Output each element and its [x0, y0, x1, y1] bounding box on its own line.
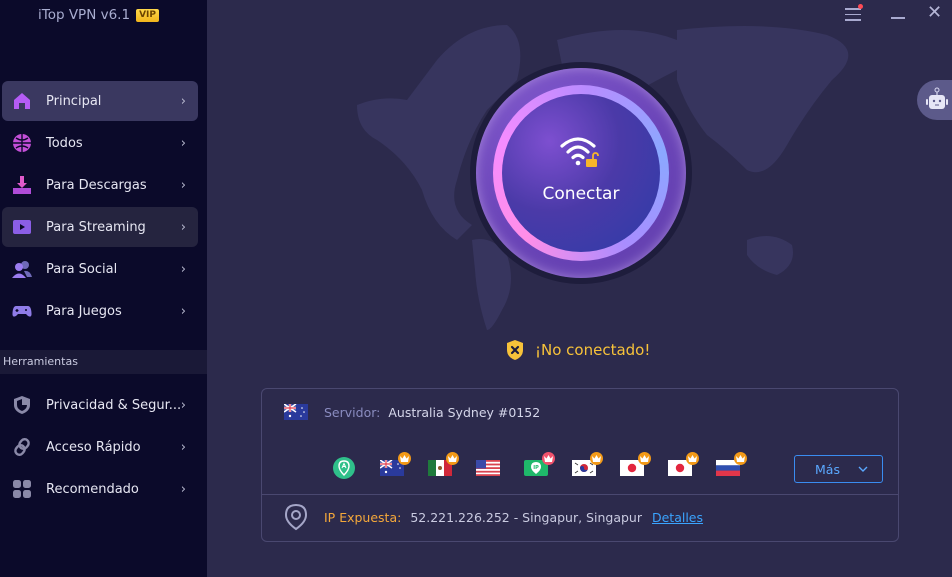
sidebar-item-label: Privacidad & Segur... — [46, 397, 182, 413]
premium-crown-icon — [638, 452, 651, 465]
chevron-right-icon: › — [180, 177, 186, 193]
server-value: Australia Sydney #0152 — [388, 404, 541, 420]
more-servers-button[interactable]: Más — [794, 455, 883, 483]
quick-server-mexico[interactable] — [428, 452, 476, 477]
sidebar-item-acceso-rapido[interactable]: Acceso Rápido › — [2, 427, 198, 467]
quick-server-russia[interactable] — [716, 452, 764, 477]
connect-button-frame: Conectar — [470, 62, 692, 284]
connect-button[interactable]: Conectar — [493, 85, 669, 261]
quick-server-japan[interactable] — [620, 452, 668, 477]
chevron-right-icon: › — [180, 261, 186, 277]
grid-icon — [13, 480, 31, 498]
globe-icon — [13, 134, 31, 152]
notification-dot — [858, 4, 863, 9]
connect-glow: Conectar — [476, 68, 686, 278]
vip-badge: VIP — [136, 8, 159, 22]
sidebar-item-label: Para Descargas — [46, 177, 147, 193]
sidebar-item-juegos[interactable]: Para Juegos › — [2, 291, 198, 331]
premium-crown-icon — [734, 452, 747, 465]
link-icon — [14, 438, 30, 456]
sidebar-item-descargas[interactable]: Para Descargas › — [2, 165, 198, 205]
sidebar-item-recomendado[interactable]: Recomendado › — [2, 469, 198, 509]
location-pin-icon — [284, 503, 308, 531]
quick-server-united-states[interactable] — [476, 457, 524, 477]
connect-label: Conectar — [542, 184, 620, 204]
close-icon: ✕ — [927, 2, 943, 23]
card-divider — [262, 494, 898, 495]
chevron-down-icon — [858, 466, 868, 472]
current-server[interactable]: Servidor: Australia Sydney #0152 — [284, 404, 540, 420]
smart-location-icon — [333, 457, 355, 479]
chevron-right-icon: › — [180, 93, 186, 109]
sidebar-item-streaming[interactable]: Para Streaming › — [2, 207, 198, 247]
sidebar-item-privacidad[interactable]: Privacidad & Segur... › — [2, 385, 198, 425]
users-icon — [12, 261, 32, 278]
sidebar-item-social[interactable]: Para Social › — [2, 249, 198, 289]
premium-crown-icon — [398, 452, 411, 465]
wifi-unlocked-icon — [560, 137, 599, 167]
app-title: iTop VPN v6.1 VIP — [38, 7, 159, 23]
flag-australia-icon — [284, 404, 308, 420]
chevron-right-icon: › — [180, 439, 186, 455]
main-nav: Principal › Todos › Para Descargas › Par… — [2, 81, 198, 333]
sidebar-item-label: Recomendado — [46, 481, 139, 497]
premium-crown-icon — [590, 452, 603, 465]
play-icon — [13, 220, 31, 234]
server-card: Servidor: Australia Sydney #0152 IP Más … — [261, 388, 899, 542]
details-link[interactable]: Detalles — [652, 510, 703, 525]
download-icon — [13, 176, 31, 194]
connect-core: Conectar — [502, 94, 660, 252]
assistant-bot-button[interactable] — [917, 80, 952, 120]
minimize-button[interactable] — [891, 4, 905, 24]
app-name: iTop VPN v6.1 — [38, 7, 131, 23]
ip-value: 52.221.226.252 - Singapur, Singapur — [410, 509, 642, 525]
home-icon — [14, 93, 30, 109]
sidebar-item-principal[interactable]: Principal › — [2, 81, 198, 121]
quick-server-australia[interactable] — [380, 452, 428, 477]
sidebar-item-label: Todos — [46, 135, 83, 151]
menu-line — [845, 13, 861, 15]
sidebar-item-label: Acceso Rápido — [46, 439, 141, 455]
quick-server-south-korea[interactable] — [572, 452, 620, 477]
flag-united-states-icon — [476, 460, 500, 476]
server-label: Servidor: — [324, 404, 381, 420]
chevron-right-icon: › — [180, 397, 186, 413]
more-servers-label: Más — [815, 462, 840, 477]
menu-line — [845, 19, 861, 21]
sidebar-item-label: Principal — [46, 93, 102, 109]
status-text: ¡No conectado! — [535, 341, 651, 359]
robot-icon — [926, 87, 948, 109]
sidebar-item-label: Para Juegos — [46, 303, 122, 319]
close-button[interactable]: ✕ — [927, 4, 943, 24]
premium-crown-icon — [542, 452, 555, 465]
chevron-right-icon: › — [180, 135, 186, 151]
shield-x-icon — [507, 340, 523, 360]
quick-server-list: IP — [332, 452, 764, 479]
connection-status: ¡No conectado! — [505, 339, 650, 361]
sidebar-item-label: Para Streaming — [46, 219, 146, 235]
chevron-right-icon: › — [180, 303, 186, 319]
ip-label: IP Expuesta: — [324, 509, 402, 525]
sidebar: iTop VPN v6.1 VIP Principal › Todos › Pa… — [0, 0, 207, 577]
premium-crown-icon — [446, 452, 459, 465]
tools-nav: Privacidad & Segur... › Acceso Rápido › … — [2, 385, 198, 511]
menu-button[interactable] — [843, 4, 863, 24]
quick-server-dedicated-ip[interactable]: IP — [524, 452, 572, 477]
quick-server-japan[interactable] — [668, 452, 716, 477]
quick-server-smart-location[interactable] — [332, 457, 380, 479]
chevron-right-icon: › — [180, 481, 186, 497]
gamepad-icon — [12, 306, 32, 317]
sidebar-item-todos[interactable]: Todos › — [2, 123, 198, 163]
chevron-right-icon: › — [180, 219, 186, 235]
minimize-icon — [891, 17, 905, 19]
main-panel: ✕ Conectar ¡No conectado! Servidor: Aust… — [207, 0, 952, 577]
premium-crown-icon — [686, 452, 699, 465]
svg-text:IP: IP — [533, 465, 539, 471]
shield-icon — [14, 396, 30, 414]
sidebar-item-label: Para Social — [46, 261, 118, 277]
ip-info: IP Expuesta: 52.221.226.252 - Singapur, … — [284, 503, 703, 531]
section-header-herramientas: Herramientas — [0, 350, 207, 374]
